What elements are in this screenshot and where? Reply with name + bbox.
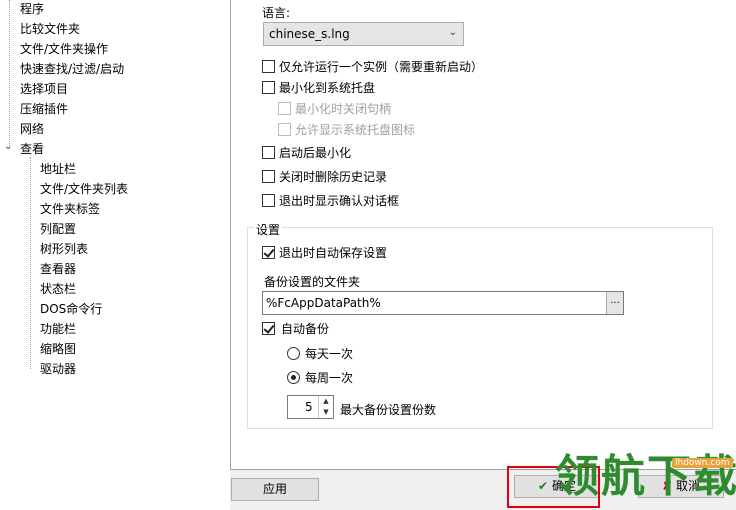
backup-folder-value: %FcAppDataPath% <box>266 296 381 310</box>
tree-item-file-list[interactable]: 文件/文件夹列表 <box>40 180 128 198</box>
tree-item-dos-command[interactable]: DOS命令行 <box>40 300 102 318</box>
close-handle-label: 最小化时关闭句柄 <box>295 102 392 116</box>
auto-save-checkbox[interactable] <box>262 246 275 259</box>
apply-button[interactable]: 应用 <box>231 478 319 501</box>
single-instance-label: 仅允许运行一个实例（需要重新启动） <box>279 60 484 74</box>
tree-connector <box>30 157 31 369</box>
backup-folder-label: 备份设置的文件夹 <box>264 275 361 289</box>
clear-history-checkbox[interactable] <box>262 170 275 183</box>
tree-item-function-bar[interactable]: 功能栏 <box>40 320 76 338</box>
minimize-on-start-label: 启动后最小化 <box>279 146 352 160</box>
tree-item-view[interactable]: 查看 <box>20 140 44 158</box>
tree-item-thumbnails[interactable]: 缩略图 <box>40 340 76 358</box>
chevron-down-icon[interactable]: ⌄ <box>4 142 14 152</box>
minimize-to-tray-label: 最小化到系统托盘 <box>279 81 376 95</box>
max-backups-stepper[interactable]: 5 ▲ ▼ <box>287 395 334 419</box>
daily-label: 每天一次 <box>305 347 354 361</box>
auto-save-label: 退出时自动保存设置 <box>279 246 388 260</box>
confirm-exit-checkbox[interactable] <box>262 194 275 207</box>
tree-item-file-operations[interactable]: 文件/文件夹操作 <box>20 40 108 58</box>
auto-backup-label: 自动备份 <box>281 322 330 336</box>
close-handle-checkbox[interactable] <box>278 102 291 115</box>
single-instance-checkbox[interactable] <box>262 60 275 73</box>
tree-item-select-items[interactable]: 选择项目 <box>20 80 68 98</box>
tree-item-compression-plugins[interactable]: 压缩插件 <box>20 100 68 118</box>
language-label: 语言: <box>262 6 291 20</box>
chevron-down-icon: ⌄ <box>448 27 457 38</box>
tree-item-viewer[interactable]: 查看器 <box>40 260 76 278</box>
show-tray-icon-label: 允许显示系统托盘图标 <box>295 123 416 137</box>
tree-item-drives[interactable]: 驱动器 <box>40 360 76 378</box>
tree-item-folder-tabs[interactable]: 文件夹标签 <box>40 200 100 218</box>
confirm-exit-label: 退出时显示确认对话框 <box>279 194 400 208</box>
show-tray-icon-checkbox[interactable] <box>278 123 291 136</box>
tree-item-compare-folders[interactable]: 比较文件夹 <box>20 20 80 38</box>
clear-history-label: 关闭时删除历史记录 <box>279 170 388 184</box>
minimize-to-tray-checkbox[interactable] <box>262 81 275 94</box>
settings-group-title: 设置 <box>254 221 283 238</box>
tree-item-network[interactable]: 网络 <box>20 120 44 138</box>
minimize-on-start-checkbox[interactable] <box>262 146 275 159</box>
stepper-arrows-icon[interactable]: ▲ ▼ <box>318 396 333 418</box>
tree-item-address-bar[interactable]: 地址栏 <box>40 160 76 178</box>
tree-item-tree-list[interactable]: 树形列表 <box>40 240 88 258</box>
watermark-site: lhdown.com <box>672 458 733 468</box>
max-backups-label: 最大备份设置份数 <box>340 403 437 417</box>
tree-item-column-config[interactable]: 列配置 <box>40 220 76 238</box>
tree-item-program[interactable]: 程序 <box>20 0 44 18</box>
weekly-radio[interactable] <box>287 371 300 384</box>
settings-tree: 程序 比较文件夹 文件/文件夹操作 快速查找/过滤/启动 选择项目 压缩插件 网… <box>0 0 230 510</box>
browse-button[interactable]: ... <box>606 292 623 314</box>
tree-item-status-bar[interactable]: 状态栏 <box>40 280 76 298</box>
tree-connector <box>9 0 10 148</box>
weekly-label: 每周一次 <box>305 371 354 385</box>
language-value: chinese_s.lng <box>269 27 350 41</box>
auto-backup-checkbox[interactable] <box>262 322 275 335</box>
language-select[interactable]: chinese_s.lng ⌄ <box>263 22 464 46</box>
max-backups-value: 5 <box>305 400 313 414</box>
tree-item-quick-find[interactable]: 快速查找/过滤/启动 <box>20 60 124 78</box>
daily-radio[interactable] <box>287 347 300 360</box>
backup-folder-field[interactable]: %FcAppDataPath% ... <box>262 291 624 315</box>
